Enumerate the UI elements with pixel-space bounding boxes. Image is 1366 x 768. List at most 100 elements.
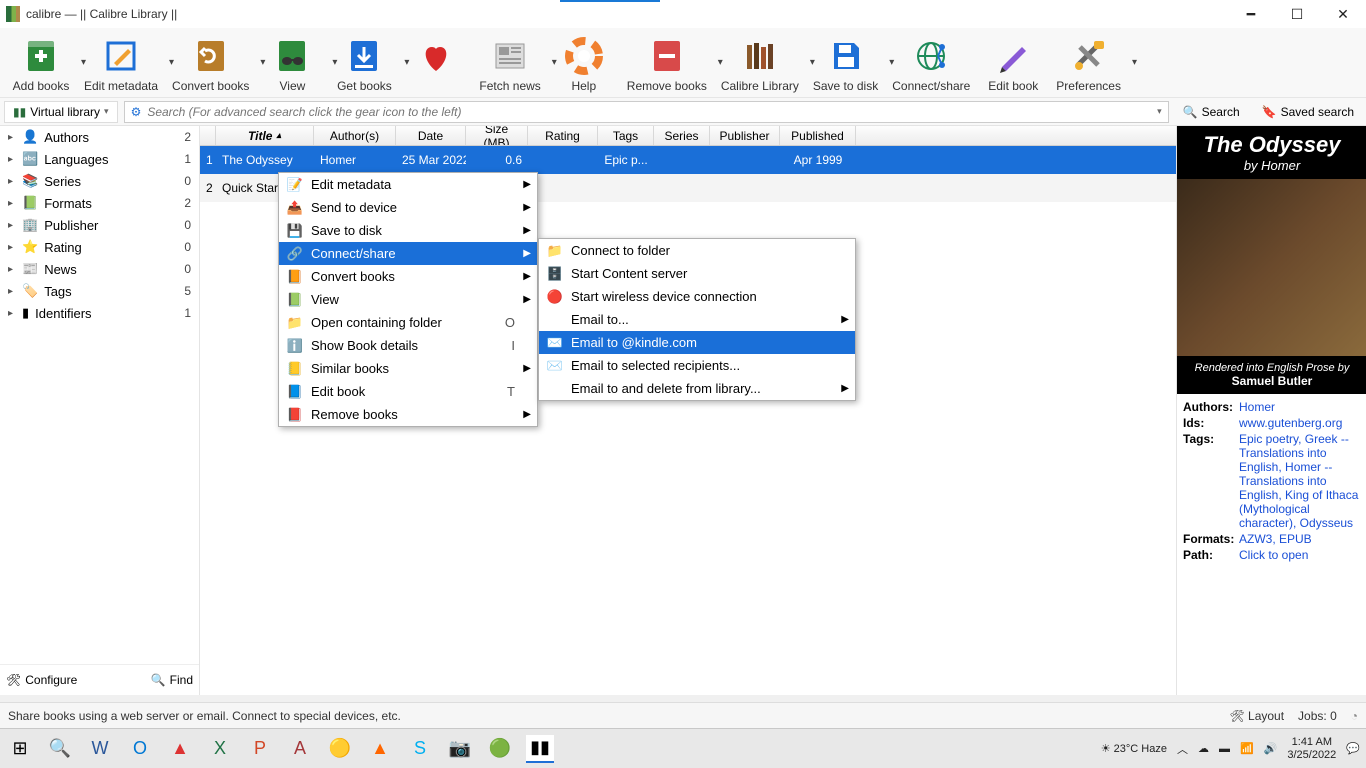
sub-email-to-and-delete-from-library[interactable]: Email to and delete from library...▶ bbox=[539, 377, 855, 400]
sidebar-item-news[interactable]: ▸📰News0 bbox=[0, 258, 199, 280]
disclosure-icon[interactable]: ▸ bbox=[8, 286, 16, 297]
toolbar-add-books[interactable]: Add books▾ bbox=[6, 33, 76, 95]
sidebar-item-identifiers[interactable]: ▸▮Identifiers1 bbox=[0, 302, 199, 324]
taskbar-skype-icon[interactable]: S bbox=[406, 735, 434, 763]
taskbar-access-icon[interactable]: A bbox=[286, 735, 314, 763]
meta-value[interactable]: Epic poetry, Greek -- Translations into … bbox=[1239, 432, 1360, 530]
ctx-edit-book[interactable]: 📘Edit bookT bbox=[279, 380, 537, 403]
close-button[interactable]: ✕ bbox=[1334, 5, 1352, 23]
taskbar-excel-icon[interactable]: X bbox=[206, 735, 234, 763]
sidebar-item-rating[interactable]: ▸⭐Rating0 bbox=[0, 236, 199, 258]
search-box[interactable]: ⚙ ▾ bbox=[124, 101, 1169, 123]
search-button[interactable]: 🔍 Search bbox=[1175, 101, 1248, 123]
sub-email-to-kindle-com[interactable]: ✉️Email to @kindle.com bbox=[539, 331, 855, 354]
ctx-convert-books[interactable]: 📙Convert books▶ bbox=[279, 265, 537, 288]
taskbar-chrome-icon[interactable]: 🟡 bbox=[326, 735, 354, 763]
toolbar-help[interactable]: Help bbox=[549, 33, 619, 95]
ctx-show-book-details[interactable]: ℹ️Show Book detailsI bbox=[279, 334, 537, 357]
ctx-connect-share[interactable]: 🔗Connect/share▶ bbox=[279, 242, 537, 265]
toolbar-save-to-disk[interactable]: Save to disk▾ bbox=[807, 33, 884, 95]
ctx-save-to-disk[interactable]: 💾Save to disk▶ bbox=[279, 219, 537, 242]
sub-email-to-selected-recipients[interactable]: ✉️Email to selected recipients... bbox=[539, 354, 855, 377]
taskbar-acrobat-icon[interactable]: ▲ bbox=[166, 735, 194, 763]
toolbar-connect/share[interactable]: Connect/share bbox=[886, 33, 976, 95]
toolbar-edit-metadata[interactable]: Edit metadata▾ bbox=[78, 33, 164, 95]
sidebar-item-languages[interactable]: ▸🔤Languages1 bbox=[0, 148, 199, 170]
toolbar-preferences[interactable]: Preferences▾ bbox=[1050, 33, 1127, 95]
ctx-edit-metadata[interactable]: 📝Edit metadata▶ bbox=[279, 173, 537, 196]
taskbar-vlc-icon[interactable]: ▲ bbox=[366, 735, 394, 763]
sub-email-to[interactable]: Email to...▶ bbox=[539, 308, 855, 331]
meta-value[interactable]: AZW3, EPUB bbox=[1239, 532, 1360, 546]
maximize-button[interactable]: ☐ bbox=[1288, 5, 1306, 23]
sub-start-wireless-device-connection[interactable]: 🔴Start wireless device connection bbox=[539, 285, 855, 308]
taskbar-powerpoint-icon[interactable]: P bbox=[246, 735, 274, 763]
search-input[interactable] bbox=[147, 105, 1151, 119]
start-button[interactable]: ⊞ bbox=[6, 735, 34, 763]
sidebar-item-publisher[interactable]: ▸🏢Publisher0 bbox=[0, 214, 199, 236]
meta-value[interactable]: Click to open bbox=[1239, 548, 1360, 562]
ctx-remove-books[interactable]: 📕Remove books▶ bbox=[279, 403, 537, 426]
taskbar-chrome2-icon[interactable]: 🟢 bbox=[486, 735, 514, 763]
context-menu[interactable]: 📝Edit metadata▶📤Send to device▶💾Save to … bbox=[278, 172, 538, 427]
disclosure-icon[interactable]: ▸ bbox=[8, 264, 16, 275]
disclosure-icon[interactable]: ▸ bbox=[8, 220, 16, 231]
column-header[interactable]: Publisher bbox=[710, 126, 780, 145]
taskbar-camera-icon[interactable]: 📷 bbox=[446, 735, 474, 763]
column-header[interactable]: Rating bbox=[528, 126, 598, 145]
disclosure-icon[interactable]: ▸ bbox=[8, 198, 16, 209]
taskbar[interactable]: ⊞ 🔍 W O ▲ X P A 🟡 ▲ S 📷 🟢 ▮▮ ☀ 23°C Haze… bbox=[0, 728, 1366, 768]
sidebar-item-formats[interactable]: ▸📗Formats2 bbox=[0, 192, 199, 214]
virtual-library-button[interactable]: ▮▮ Virtual library ▾ bbox=[4, 101, 118, 123]
sidebar-item-series[interactable]: ▸📚Series0 bbox=[0, 170, 199, 192]
tray-clock[interactable]: 1:41 AM3/25/2022 bbox=[1287, 736, 1336, 760]
saved-search-button[interactable]: 🔖 Saved search bbox=[1254, 101, 1362, 123]
ctx-view[interactable]: 📗View▶ bbox=[279, 288, 537, 311]
toolbar-get-books[interactable]: Get books▾ bbox=[329, 33, 399, 95]
tray-battery-icon[interactable]: ▬ bbox=[1219, 743, 1230, 755]
sidebar-item-authors[interactable]: ▸👤Authors2 bbox=[0, 126, 199, 148]
ctx-similar-books[interactable]: 📒Similar books▶ bbox=[279, 357, 537, 380]
column-header[interactable]: Author(s) bbox=[314, 126, 396, 145]
tray-onedrive-icon[interactable]: ☁ bbox=[1198, 742, 1209, 755]
disclosure-icon[interactable]: ▸ bbox=[8, 132, 16, 143]
find-button[interactable]: 🔍 Find bbox=[151, 669, 193, 691]
submenu-connect-share[interactable]: 📁Connect to folder🗄️Start Content server… bbox=[538, 238, 856, 401]
sub-start-content-server[interactable]: 🗄️Start Content server bbox=[539, 262, 855, 285]
toolbar-view[interactable]: View▾ bbox=[257, 33, 327, 95]
disclosure-icon[interactable]: ▸ bbox=[8, 176, 16, 187]
taskbar-calibre-icon[interactable]: ▮▮ bbox=[526, 735, 554, 763]
taskbar-outlook-icon[interactable]: O bbox=[126, 735, 154, 763]
weather-widget[interactable]: ☀ 23°C Haze bbox=[1101, 742, 1167, 755]
meta-value[interactable]: Homer bbox=[1239, 400, 1360, 414]
jobs-indicator[interactable]: Jobs: 0 bbox=[1298, 709, 1337, 723]
tray-wifi-icon[interactable]: 📶 bbox=[1240, 742, 1254, 755]
sidebar-item-tags[interactable]: ▸🏷️Tags5 bbox=[0, 280, 199, 302]
table-row[interactable]: 1The OdysseyHomer25 Mar 20220.6Epic p...… bbox=[200, 146, 1176, 174]
taskbar-search-icon[interactable]: 🔍 bbox=[46, 735, 74, 763]
toolbar-fetch-news[interactable]: Fetch news▾ bbox=[473, 33, 546, 95]
disclosure-icon[interactable]: ▸ bbox=[8, 308, 16, 319]
ctx-open-containing-folder[interactable]: 📁Open containing folderO bbox=[279, 311, 537, 334]
disclosure-icon[interactable]: ▸ bbox=[8, 154, 16, 165]
toolbar-heart[interactable] bbox=[401, 33, 471, 95]
toolbar-remove-books[interactable]: Remove books▾ bbox=[621, 33, 713, 95]
taskbar-word-icon[interactable]: W bbox=[86, 735, 114, 763]
meta-value[interactable]: www.gutenberg.org bbox=[1239, 416, 1360, 430]
toolbar-edit-book[interactable]: Edit book bbox=[978, 33, 1048, 95]
column-header[interactable]: Series bbox=[654, 126, 710, 145]
layout-button[interactable]: 🛠 Layout bbox=[1229, 709, 1284, 723]
toolbar-convert-books[interactable]: Convert books▾ bbox=[166, 33, 255, 95]
column-header[interactable]: Size (MB) bbox=[466, 126, 528, 145]
tray-sound-icon[interactable]: 🔊 bbox=[1264, 742, 1278, 755]
configure-button[interactable]: 🛠 Configure bbox=[6, 669, 77, 691]
tray-notifications-icon[interactable]: 💬 bbox=[1346, 742, 1360, 755]
toolbar-calibre-library[interactable]: Calibre Library▾ bbox=[715, 33, 805, 95]
column-header[interactable]: Title ▴ bbox=[216, 126, 314, 145]
chevron-down-icon[interactable]: ▾ bbox=[1132, 57, 1137, 68]
minimize-button[interactable]: ━ bbox=[1242, 5, 1260, 23]
sub-connect-to-folder[interactable]: 📁Connect to folder bbox=[539, 239, 855, 262]
gear-icon[interactable]: ⚙ bbox=[131, 105, 142, 119]
column-header[interactable]: Tags bbox=[598, 126, 654, 145]
tray-chevron-icon[interactable]: ︿ bbox=[1177, 741, 1188, 757]
